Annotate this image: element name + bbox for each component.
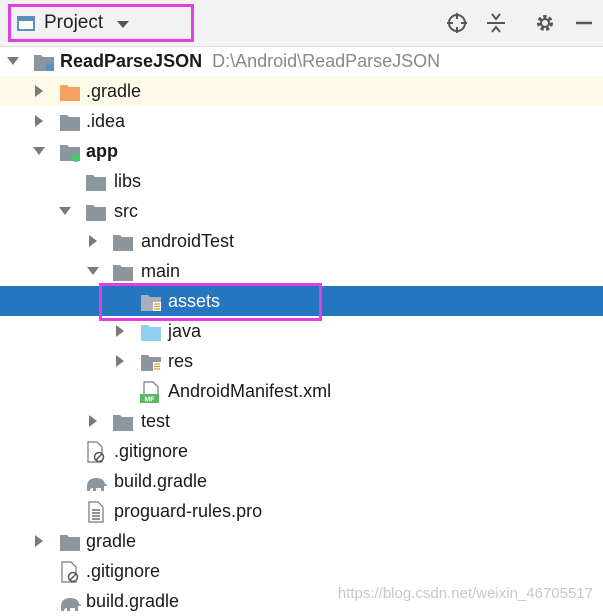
project-window-icon (17, 15, 35, 31)
tree-item-label: AndroidManifest.xml (168, 381, 332, 401)
project-toolbar: Project (0, 0, 603, 47)
chevron-down-icon[interactable] (32, 144, 46, 158)
tree-item-label: src (114, 201, 138, 221)
tree-row-test[interactable]: test (0, 406, 603, 436)
view-selector-label: Project (44, 12, 104, 33)
folder-icon (113, 235, 133, 251)
chevron-down-icon[interactable] (58, 204, 72, 218)
settings-gear-icon[interactable] (533, 11, 557, 35)
source-folder-icon (141, 325, 161, 341)
root-project-path: D:\Android\ReadParseJSON (212, 51, 441, 71)
resources-folder-icon (141, 295, 161, 311)
root-project-name: ReadParseJSON (60, 51, 203, 71)
tree-row-android-manifest[interactable]: MF AndroidManifest.xml (0, 376, 603, 406)
tree-row-proguard-rules[interactable]: proguard-rules.pro (0, 496, 603, 526)
tree-item-label: .gitignore (114, 441, 189, 461)
tree-row-dot-gradle[interactable]: .gradle (0, 76, 603, 106)
folder-icon (60, 115, 80, 131)
tree-row-app[interactable]: app (0, 136, 603, 166)
chevron-right-icon[interactable] (32, 534, 46, 548)
tree-row-root-project[interactable]: ReadParseJSON D:\Android\ReadParseJSON (0, 46, 603, 76)
tree-row-app-build-gradle[interactable]: build.gradle (0, 466, 603, 496)
tree-item-label: test (141, 411, 171, 431)
tree-item-label: build.gradle (86, 591, 180, 611)
tree-row-assets[interactable]: assets (0, 286, 603, 316)
tree-item-label: proguard-rules.pro (114, 501, 263, 521)
tree-item-label: androidTest (141, 231, 235, 251)
tree-row-idea[interactable]: .idea (0, 106, 603, 136)
folder-icon (60, 535, 80, 551)
folder-icon (86, 175, 106, 191)
resources-folder-icon (141, 355, 161, 371)
tree-row-app-gitignore[interactable]: .gitignore (0, 436, 603, 466)
watermark-text: https://blog.csdn.net/weixin_46705517 (337, 585, 593, 602)
minimize-icon[interactable] (572, 11, 596, 35)
folder-icon (113, 415, 133, 431)
tree-item-label: .gitignore (86, 561, 161, 581)
manifest-badge: MF (144, 397, 155, 404)
folder-icon (86, 205, 106, 221)
tree-item-label: libs (114, 171, 142, 191)
chevron-right-icon[interactable] (86, 414, 100, 428)
tree-item-label: build.gradle (114, 471, 208, 491)
tree-row-res[interactable]: res (0, 346, 603, 376)
tree-item-label: gradle (86, 531, 137, 551)
tree-row-java[interactable]: java (0, 316, 603, 346)
tree-item-label: .gradle (86, 81, 142, 101)
chevron-right-icon[interactable] (113, 354, 127, 368)
ignore-file-icon (61, 561, 79, 583)
folder-icon (113, 265, 133, 281)
gradle-elephant-icon (87, 478, 107, 491)
tree-row-gradle[interactable]: gradle (0, 526, 603, 556)
locate-icon[interactable] (445, 11, 469, 35)
excluded-folder-icon (60, 85, 80, 101)
chevron-right-icon[interactable] (32, 114, 46, 128)
chevron-right-icon[interactable] (32, 84, 46, 98)
tree-item-label: .idea (86, 111, 126, 131)
chevron-down-icon[interactable] (86, 264, 100, 278)
tree-item-label: assets (168, 291, 221, 311)
tree-row-main[interactable]: main (0, 256, 603, 286)
chevron-right-icon[interactable] (86, 234, 100, 248)
android-module-icon (60, 145, 80, 162)
tree-row-androidtest[interactable]: androidTest (0, 226, 603, 256)
project-view-selector[interactable]: Project (8, 4, 194, 42)
tree-item-label: app (86, 141, 119, 161)
chevron-right-icon[interactable] (113, 324, 127, 338)
tree-row-root-gitignore[interactable]: .gitignore (0, 556, 603, 586)
ignore-file-icon (87, 441, 105, 463)
module-folder-icon (34, 55, 54, 71)
tree-row-src[interactable]: src (0, 196, 603, 226)
gradle-elephant-icon (61, 598, 81, 611)
tree-item-label: java (168, 321, 202, 341)
tree-item-label: res (168, 351, 194, 371)
tree-item-label: main (141, 261, 181, 281)
text-file-icon (88, 501, 104, 523)
tree-row-libs[interactable]: libs (0, 166, 603, 196)
collapse-all-icon[interactable] (484, 11, 508, 35)
chevron-down-icon[interactable] (6, 54, 20, 68)
chevron-down-icon (117, 20, 130, 28)
manifest-file-icon: MF (140, 381, 159, 404)
